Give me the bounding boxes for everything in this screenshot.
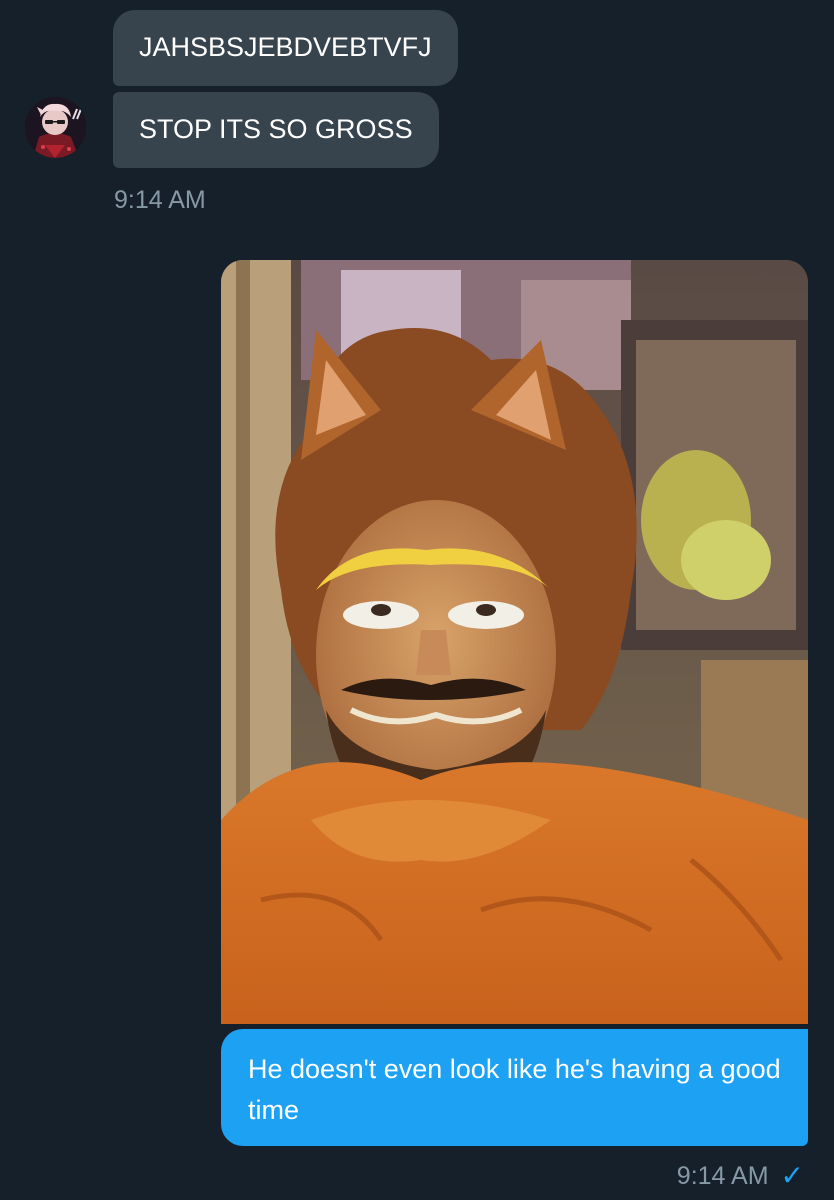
- outgoing-status: 9:14 AM ✓: [677, 1160, 804, 1192]
- photo-image: [221, 260, 808, 1024]
- message-text: JAHSBSJEBDVEBTVFJ: [139, 32, 432, 62]
- outgoing-message-bubble[interactable]: He doesn't even look like he's having a …: [221, 1029, 808, 1146]
- message-text: STOP ITS SO GROSS: [139, 114, 413, 144]
- avatar-icon: [25, 97, 86, 158]
- message-text: He doesn't even look like he's having a …: [248, 1054, 781, 1125]
- incoming-message-bubble[interactable]: JAHSBSJEBDVEBTVFJ: [113, 10, 458, 86]
- checkmark-icon: ✓: [780, 1160, 804, 1191]
- incoming-message-bubble[interactable]: STOP ITS SO GROSS: [113, 92, 439, 168]
- outgoing-timestamp: 9:14 AM: [676, 1162, 769, 1190]
- photo-attachment[interactable]: [221, 260, 808, 1024]
- incoming-timestamp: 9:14 AM: [114, 186, 206, 214]
- user-avatar[interactable]: [25, 97, 86, 158]
